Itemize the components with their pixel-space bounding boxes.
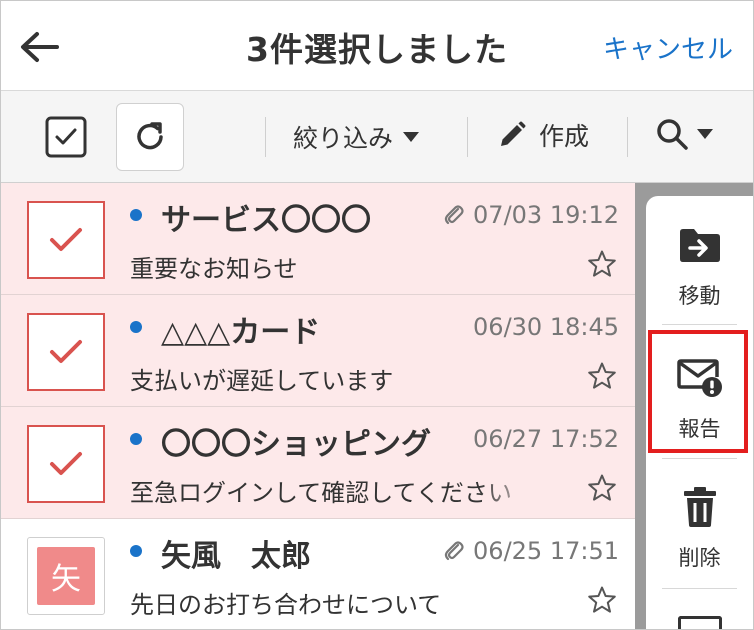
action-label: 削除 <box>678 546 721 570</box>
trash-icon <box>683 487 716 527</box>
unread-indicator <box>130 545 142 557</box>
toolbar-divider <box>265 117 266 157</box>
star-icon[interactable] <box>587 249 617 279</box>
mail-row[interactable]: 〇〇〇ショッピング 06/27 17:52 至急ログインして確認してください <box>1 407 635 519</box>
report-button[interactable]: 報告 <box>646 329 753 457</box>
avatar: 矢 <box>37 547 95 605</box>
mail-subject: 支払いが遅延しています <box>130 367 394 395</box>
star-icon[interactable] <box>587 473 617 503</box>
mail-list: サービス〇〇〇 07/03 19:12 重要なお知らせ △△△カード 06/30… <box>1 183 635 629</box>
refresh-icon <box>137 122 163 150</box>
action-label: 報告 <box>678 417 721 441</box>
filter-label: 絞り込み <box>293 124 394 153</box>
mail-date: 07/03 19:12 <box>443 201 619 229</box>
row-checkbox[interactable] <box>27 313 105 391</box>
action-label: 移動 <box>678 284 721 308</box>
filter-dropdown[interactable]: 絞り込み <box>293 119 420 155</box>
list-toolbar: 絞り込み 作成 <box>1 91 753 183</box>
mail-date-text: 06/27 17:52 <box>473 425 619 453</box>
checkmark-icon <box>50 452 82 475</box>
folder-move-icon <box>679 229 720 262</box>
checkmark-icon <box>50 228 82 251</box>
paperclip-icon <box>444 205 464 225</box>
mail-date: 06/27 17:52 <box>473 425 619 453</box>
search-icon <box>657 119 688 150</box>
compose-label: 作成 <box>539 122 590 151</box>
select-all-checkbox[interactable] <box>43 114 89 160</box>
row-checkbox[interactable] <box>27 201 105 279</box>
unread-indicator <box>130 209 142 221</box>
star-icon[interactable] <box>587 585 617 615</box>
toolbar-divider <box>467 117 468 157</box>
selection-header: 3件選択しました キャンセル <box>1 1 753 91</box>
star-icon[interactable] <box>587 361 617 391</box>
compose-button[interactable]: 作成 <box>497 117 589 153</box>
cancel-button[interactable]: キャンセル <box>603 29 733 66</box>
more-action-icon[interactable] <box>678 616 722 629</box>
caret-down-icon <box>697 129 713 139</box>
mail-subject: 先日のお打ち合わせについて <box>130 591 442 619</box>
unread-indicator <box>130 433 142 445</box>
mail-sender: 〇〇〇ショッピング <box>161 427 431 462</box>
mail-subject: 至急ログインして確認してください <box>130 479 512 507</box>
checkmark-icon <box>50 340 82 363</box>
mail-app-window: 3件選択しました キャンセル 絞り込み 作成 サービス〇〇〇 07/03 19:… <box>0 0 754 630</box>
toolbar-divider <box>627 117 628 157</box>
sender-avatar-frame[interactable]: 矢 <box>27 537 105 615</box>
caret-down-icon <box>403 132 420 142</box>
mail-sender: 矢風 太郎 <box>161 539 311 574</box>
unread-indicator <box>130 321 142 333</box>
panel-divider <box>662 588 737 589</box>
search-dropdown[interactable] <box>655 117 713 151</box>
mail-row[interactable]: △△△カード 06/30 18:45 支払いが遅延しています <box>1 295 635 407</box>
checkbox-checked-icon <box>45 116 87 158</box>
paperclip-icon <box>444 541 464 561</box>
delete-button[interactable]: 削除 <box>646 458 753 586</box>
move-button[interactable]: 移動 <box>646 196 753 324</box>
mail-date-text: 07/03 19:12 <box>473 201 619 229</box>
row-checkbox[interactable] <box>27 425 105 503</box>
mail-sender: △△△カード <box>161 315 321 350</box>
pencil-icon <box>501 121 526 146</box>
mail-date-text: 06/25 17:51 <box>473 537 619 565</box>
mail-date: 06/25 17:51 <box>443 537 619 565</box>
bulk-action-panel: 移動 報告 削除 <box>646 196 753 629</box>
mail-row[interactable]: 矢 矢風 太郎 06/25 17:51 先日のお打ち合わせについて <box>1 519 635 629</box>
mail-date: 06/30 18:45 <box>473 313 619 341</box>
mail-sender: サービス〇〇〇 <box>161 203 371 238</box>
mail-date-text: 06/30 18:45 <box>473 313 619 341</box>
refresh-button[interactable] <box>116 103 184 171</box>
panel-divider <box>662 324 737 325</box>
mail-report-icon <box>676 359 722 397</box>
mail-row[interactable]: サービス〇〇〇 07/03 19:12 重要なお知らせ <box>1 183 635 295</box>
mail-subject: 重要なお知らせ <box>130 255 298 283</box>
